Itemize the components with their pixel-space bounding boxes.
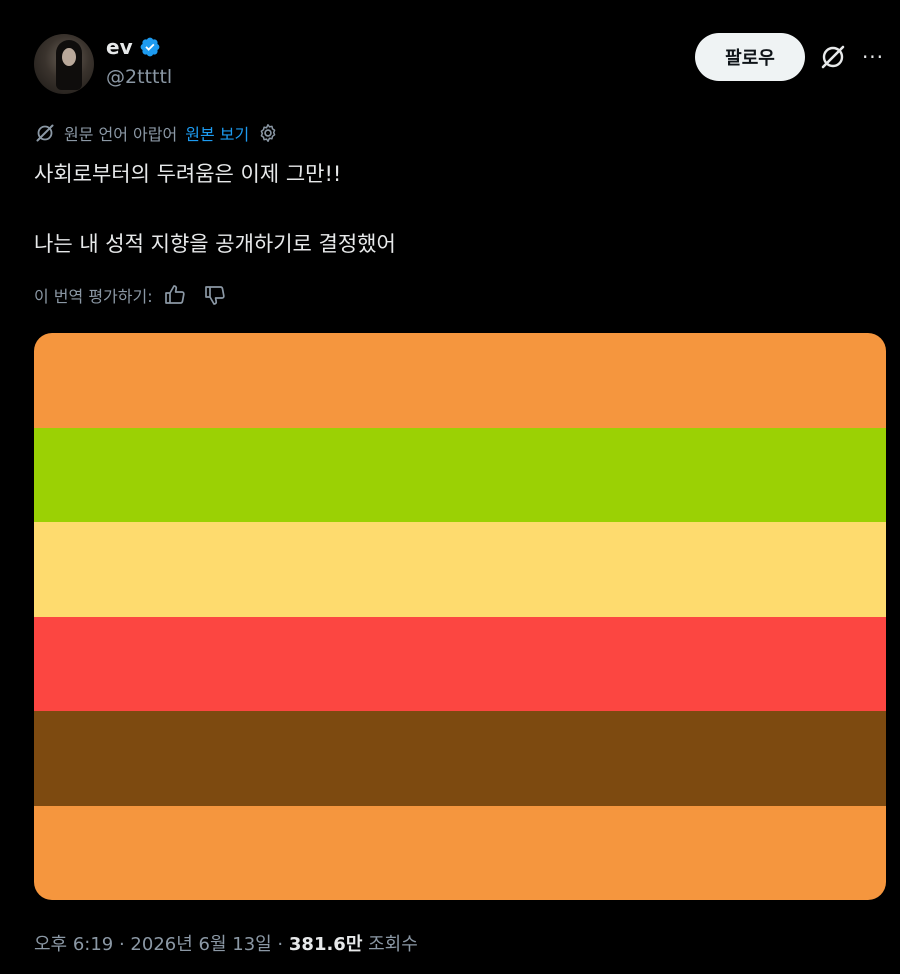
display-name[interactable]: ev [106, 36, 133, 58]
grok-translate-icon [36, 124, 54, 142]
stripe-brown [34, 711, 886, 806]
tweet-meta: 오후 6:19 · 2026년 6월 13일 · 381.6만 조회수 [34, 930, 418, 956]
tweet-text-line-2: 나는 내 성적 지향을 공개하기로 결정했어 [34, 232, 396, 256]
stripe-green [34, 427, 886, 522]
views-count: 381.6만 [288, 934, 363, 955]
stripe-orange-top [34, 333, 886, 428]
stripe-orange-bottom [34, 805, 886, 900]
rate-translation-row: 이 번역 평가하기: [34, 283, 227, 307]
stripe-red [34, 616, 886, 711]
more-icon[interactable]: ··· [858, 44, 888, 70]
grok-icon[interactable] [818, 42, 848, 72]
translation-notice: 원문 언어 아랍어 원본 보기 [34, 121, 279, 145]
avatar-face [62, 48, 76, 66]
follow-button[interactable]: 팔로우 [695, 33, 805, 81]
settings-gear-icon[interactable] [257, 122, 279, 144]
translation-source-note: 원문 언어 아랍어 [64, 125, 178, 144]
author-name-row[interactable]: ev [106, 36, 161, 58]
stripe-yellow [34, 522, 886, 617]
tweet-text-line-1: 사회로부터의 두려움은 이제 그만!! [34, 162, 342, 186]
verified-badge-icon [140, 37, 160, 57]
view-original-link[interactable]: 원본 보기 [185, 121, 249, 145]
rate-translation-label: 이 번역 평가하기: [34, 287, 153, 306]
tweet-timestamp[interactable]: 오후 6:19 · 2026년 6월 13일 · [34, 934, 289, 955]
thumbs-up-icon[interactable] [163, 283, 187, 307]
thumbs-down-icon[interactable] [203, 283, 227, 307]
views-label: 조회수 [362, 934, 418, 955]
tweet-image[interactable] [34, 333, 886, 900]
author-handle[interactable]: @2ttttl [106, 66, 172, 88]
avatar[interactable] [34, 34, 94, 94]
